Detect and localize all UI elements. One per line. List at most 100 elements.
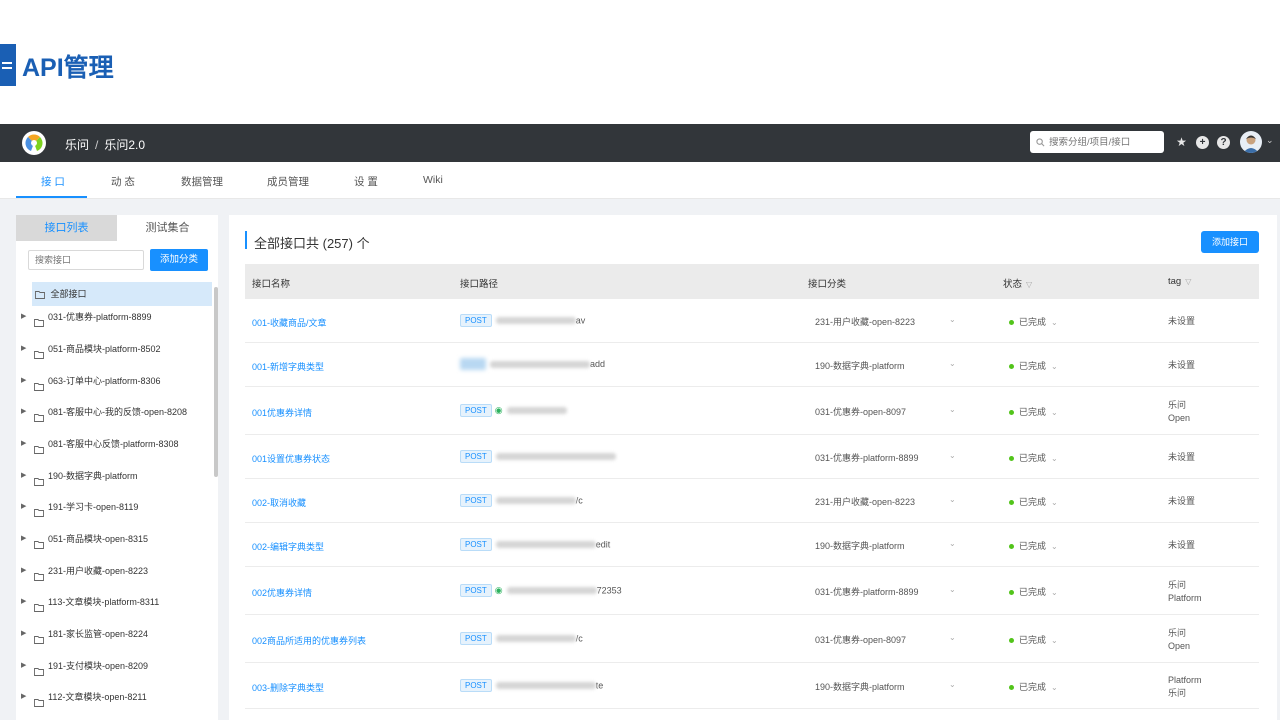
chevron-down-icon[interactable]: ⌄	[949, 451, 956, 460]
breadcrumb-project[interactable]: 乐问2.0	[104, 138, 145, 152]
category-select[interactable]: 031-优惠券-platform-8899 ⌄	[815, 585, 956, 598]
help-icon[interactable]: ?	[1217, 136, 1230, 149]
tab-test-collection[interactable]: 测试集合	[117, 215, 218, 241]
interface-search-input[interactable]	[35, 255, 137, 265]
tree-item[interactable]: ▶ 191-学习卡-open-8119	[16, 497, 216, 517]
add-interface-button[interactable]: 添加接口	[1201, 231, 1259, 253]
interface-name-link[interactable]: 001设置优惠券状态	[252, 452, 330, 465]
tab-members[interactable]: 成员管理	[267, 174, 309, 189]
interface-name-link[interactable]: 001优惠券详情	[252, 406, 312, 419]
tree-item-all[interactable]: 全部接口	[32, 282, 212, 306]
filter-icon[interactable]: ▽	[1026, 280, 1032, 289]
caret-right-icon[interactable]: ▶	[21, 624, 26, 644]
category-select[interactable]: 031-优惠券-open-8097 ⌄	[815, 633, 956, 646]
interface-name-link[interactable]: 002优惠券详情	[252, 586, 312, 599]
avatar[interactable]	[1240, 131, 1262, 153]
status-select[interactable]: 已完成 ⌄	[1009, 633, 1058, 646]
chevron-down-icon[interactable]: ⌄	[949, 585, 956, 594]
status-select[interactable]: 已完成 ⌄	[1009, 315, 1058, 328]
tree-item[interactable]: ▶ 113-文章模块-platform-8311	[16, 592, 216, 612]
tab-data-management[interactable]: 数据管理	[181, 174, 223, 189]
caret-right-icon[interactable]: ▶	[21, 687, 26, 707]
chevron-down-icon[interactable]: ⌄	[949, 405, 956, 414]
tab-settings[interactable]: 设 置	[354, 174, 378, 189]
yapi-logo-icon[interactable]	[22, 131, 46, 155]
category-select[interactable]: 190-数据字典-platform ⌄	[815, 680, 956, 693]
caret-right-icon[interactable]: ▶	[21, 434, 26, 454]
interface-name-link[interactable]: 003-删除字典类型	[252, 681, 324, 694]
caret-right-icon[interactable]: ▶	[21, 592, 26, 612]
tree-item[interactable]: ▶ 190-数据字典-platform	[16, 466, 216, 486]
global-search-input[interactable]	[1049, 136, 1159, 148]
column-header-tag[interactable]: tag ▽	[1168, 276, 1191, 287]
caret-right-icon[interactable]: ▶	[21, 466, 26, 486]
interface-name-link[interactable]: 001-收藏商品/文章	[252, 316, 327, 329]
chevron-down-icon[interactable]: ⌄	[949, 315, 956, 324]
sidebar-scrollbar[interactable]	[214, 287, 218, 477]
chevron-down-icon[interactable]: ⌄	[1051, 588, 1058, 597]
tree-item[interactable]: ▶ 081-客服中心-我的反馈-open-8208	[16, 402, 216, 422]
caret-right-icon[interactable]: ▶	[21, 339, 26, 359]
breadcrumb-group[interactable]: 乐问	[65, 138, 89, 152]
caret-right-icon[interactable]: ▶	[21, 529, 26, 549]
chevron-down-icon[interactable]: ⌄	[949, 633, 956, 642]
chevron-down-icon[interactable]: ⌄	[1051, 683, 1058, 692]
breadcrumb: 乐问 / 乐问2.0	[65, 138, 146, 152]
tree-item[interactable]: ▶ 051-商品模块-platform-8502	[16, 339, 216, 359]
tree-item[interactable]: ▶ 191-支付模块-open-8209	[16, 656, 216, 676]
tab-interface-list[interactable]: 接口列表	[16, 215, 117, 241]
interface-name-link[interactable]: 002商品所适用的优惠券列表	[252, 634, 366, 647]
chevron-down-icon[interactable]: ⌄	[1051, 454, 1058, 463]
chevron-down-icon[interactable]: ⌄	[1051, 542, 1058, 551]
status-select[interactable]: 已完成 ⌄	[1009, 405, 1058, 418]
status-select[interactable]: 已完成 ⌄	[1009, 359, 1058, 372]
status-select[interactable]: 已完成 ⌄	[1009, 451, 1058, 464]
tree-item[interactable]: ▶ 031-优惠券-platform-8899	[16, 307, 216, 327]
chevron-down-icon[interactable]: ⌄	[1266, 135, 1274, 146]
status-select[interactable]: 已完成 ⌄	[1009, 585, 1058, 598]
tree-item[interactable]: ▶ 063-订单中心-platform-8306	[16, 371, 216, 391]
status-select[interactable]: 已完成 ⌄	[1009, 495, 1058, 508]
interface-name-link[interactable]: 002-取消收藏	[252, 496, 306, 509]
status-select[interactable]: 已完成 ⌄	[1009, 539, 1058, 552]
category-select[interactable]: 031-优惠券-platform-8899 ⌄	[815, 451, 956, 464]
chevron-down-icon[interactable]: ⌄	[1051, 408, 1058, 417]
chevron-down-icon[interactable]: ⌄	[1051, 636, 1058, 645]
filter-icon[interactable]: ▽	[1185, 277, 1191, 286]
star-icon[interactable]: ★	[1175, 136, 1188, 149]
caret-right-icon[interactable]: ▶	[21, 497, 26, 517]
category-select[interactable]: 231-用户收藏-open-8223 ⌄	[815, 495, 956, 508]
interface-name-link[interactable]: 001-新增字典类型	[252, 360, 324, 373]
plus-circle-icon[interactable]: +	[1196, 136, 1209, 149]
category-select[interactable]: 190-数据字典-platform ⌄	[815, 539, 956, 552]
tab-activity[interactable]: 动 态	[111, 174, 135, 189]
tree-item[interactable]: ▶ 051-商品模块-open-8315	[16, 529, 216, 549]
caret-right-icon[interactable]: ▶	[21, 656, 26, 676]
chevron-down-icon[interactable]: ⌄	[1051, 362, 1058, 371]
tree-item[interactable]: ▶ 181-家长监管-open-8224	[16, 624, 216, 644]
chevron-down-icon[interactable]: ⌄	[949, 359, 956, 368]
category-select[interactable]: 031-优惠券-open-8097 ⌄	[815, 405, 956, 418]
category-select[interactable]: 231-用户收藏-open-8223 ⌄	[815, 315, 956, 328]
caret-right-icon[interactable]: ▶	[21, 307, 26, 327]
category-select[interactable]: 190-数据字典-platform ⌄	[815, 359, 956, 372]
chevron-down-icon[interactable]: ⌄	[949, 495, 956, 504]
tree-item[interactable]: ▶ 112-文章模块-open-8211	[16, 687, 216, 707]
caret-right-icon[interactable]: ▶	[21, 371, 26, 391]
chevron-down-icon[interactable]: ⌄	[949, 539, 956, 548]
chevron-down-icon[interactable]: ⌄	[1051, 318, 1058, 327]
interface-name-link[interactable]: 002-编辑字典类型	[252, 540, 324, 553]
tab-interface[interactable]: 接 口	[41, 174, 65, 189]
column-header-status[interactable]: 状态 ▽	[1003, 276, 1032, 290]
tree-item[interactable]: ▶ 231-用户收藏-open-8223	[16, 561, 216, 581]
add-category-button[interactable]: 添加分类	[150, 249, 208, 271]
chevron-down-icon[interactable]: ⌄	[1051, 498, 1058, 507]
chevron-down-icon[interactable]: ⌄	[949, 680, 956, 689]
caret-right-icon[interactable]: ▶	[21, 402, 26, 422]
tree-item[interactable]: ▶ 081-客服中心反馈-platform-8308	[16, 434, 216, 454]
status-select[interactable]: 已完成 ⌄	[1009, 680, 1058, 693]
tab-wiki[interactable]: Wiki	[423, 174, 443, 186]
interface-search-field[interactable]	[28, 250, 144, 270]
caret-right-icon[interactable]: ▶	[21, 561, 26, 581]
global-search[interactable]	[1030, 131, 1164, 153]
